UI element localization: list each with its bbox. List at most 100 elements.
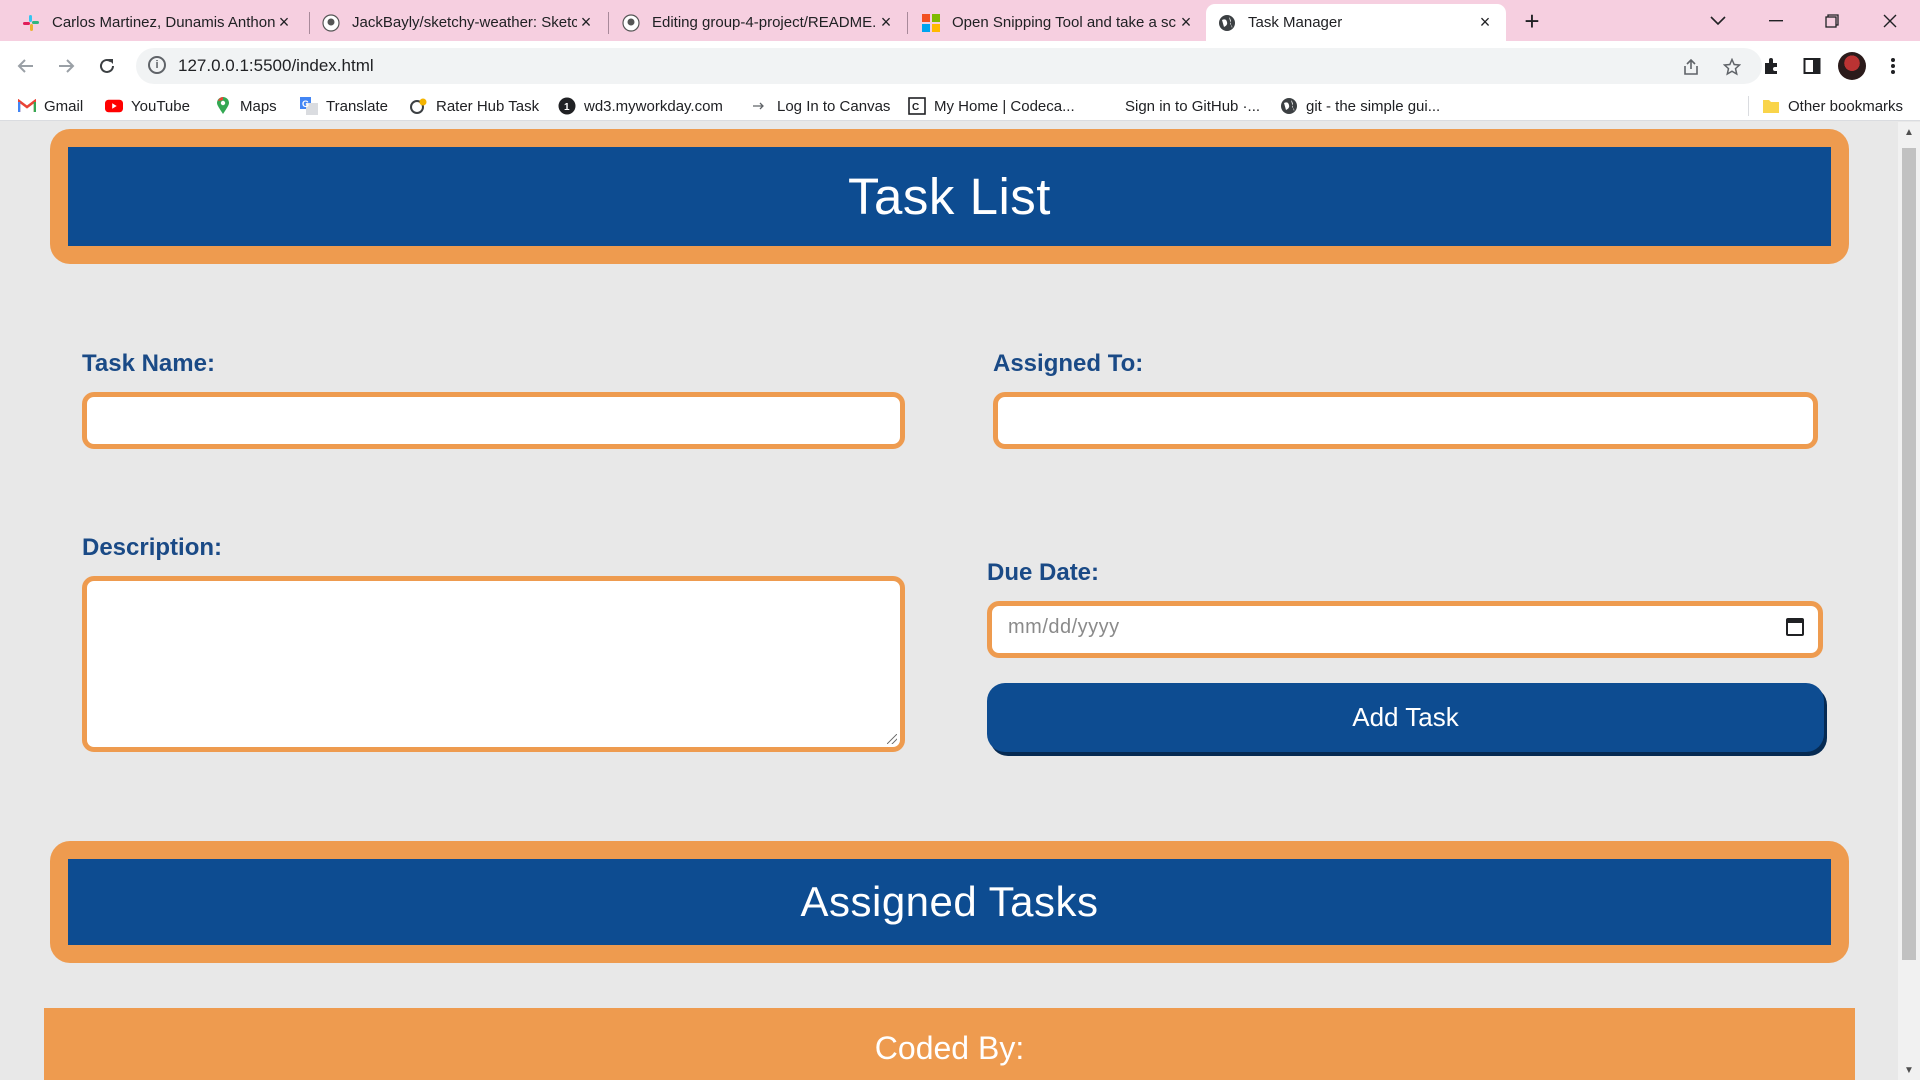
due-date-input[interactable]: mm/dd/yyyy	[987, 601, 1823, 658]
due-date-placeholder: mm/dd/yyyy	[1008, 616, 1120, 638]
bookmark-label: wd3.myworkday.com	[584, 97, 723, 115]
task-name-input[interactable]	[82, 392, 905, 449]
bookmark-youtube[interactable]: YouTube	[105, 95, 190, 117]
github-icon	[322, 13, 340, 32]
page-title: Task List	[68, 147, 1831, 246]
workday-icon: 1	[558, 97, 576, 115]
tab-title: Open Snipping Tool and take a screenshot	[952, 14, 1177, 31]
add-task-button[interactable]: Add Task	[987, 683, 1824, 752]
bookmark-git-guide[interactable]: git - the simple gui...	[1280, 95, 1440, 117]
bookmark-workday[interactable]: 1 wd3.myworkday.com	[558, 95, 723, 117]
share-icon[interactable]	[1680, 56, 1702, 78]
bookmarks-bar: Gmail YouTube Maps G Translate Rater Hub…	[0, 91, 1920, 121]
page-viewport: Task List Task Name: Assigned To: Descri…	[0, 122, 1898, 1080]
assigned-to-input[interactable]	[993, 392, 1818, 449]
close-icon[interactable]: ×	[1476, 12, 1494, 32]
bookmark-label: Maps	[240, 97, 277, 115]
tab-title: Editing group-4-project/README.md	[652, 14, 877, 31]
assigned-to-label: Assigned To:	[993, 350, 1144, 377]
info-icon[interactable]: i	[148, 56, 166, 74]
restore-icon[interactable]	[1804, 0, 1860, 41]
bookmark-label: Translate	[326, 97, 388, 115]
bookmark-maps[interactable]: Maps	[214, 95, 277, 117]
close-icon[interactable]: ×	[577, 12, 595, 32]
bookmark-codecademy[interactable]: C My Home | Codeca...	[908, 95, 1075, 117]
svg-text:1: 1	[564, 102, 570, 113]
bookmark-translate[interactable]: G Translate	[300, 95, 388, 117]
tab-separator	[907, 12, 908, 34]
bookmark-label: Other bookmarks	[1788, 97, 1904, 115]
scroll-thumb[interactable]	[1902, 148, 1916, 960]
tab-snipping-tool[interactable]: Open Snipping Tool and take a screenshot…	[910, 4, 1207, 41]
header-banner: Task List	[50, 129, 1849, 264]
scroll-down-icon[interactable]: ▼	[1898, 1062, 1920, 1078]
bookmark-star-icon[interactable]	[1721, 56, 1743, 78]
scroll-up-icon[interactable]: ▲	[1898, 124, 1920, 140]
github-icon	[622, 13, 640, 32]
bookmark-label: Rater Hub Task	[436, 97, 540, 115]
page-scrollbar[interactable]: ▲ ▼	[1898, 122, 1920, 1080]
bookmark-gmail[interactable]: Gmail	[18, 95, 83, 117]
close-icon[interactable]: ×	[275, 12, 293, 32]
globe-icon	[1218, 14, 1236, 32]
browser-toolbar: i 127.0.0.1:5500/index.html	[0, 41, 1920, 91]
tab-slack[interactable]: Carlos Martinez, Dunamis Anthony ×	[10, 4, 305, 41]
assigned-tasks-title: Assigned Tasks	[68, 859, 1831, 945]
other-bookmarks[interactable]: Other bookmarks	[1762, 95, 1903, 117]
address-bar[interactable]: i 127.0.0.1:5500/index.html	[136, 48, 1762, 84]
minimize-icon[interactable]	[1748, 0, 1804, 41]
footer: Coded By:	[44, 1008, 1855, 1080]
tab-title: JackBayly/sketchy-weather: Sketchy	[352, 14, 577, 31]
back-icon[interactable]	[10, 50, 42, 82]
new-tab-button[interactable]: +	[1518, 6, 1546, 36]
rater-hub-icon	[410, 97, 428, 115]
tab-title: Carlos Martinez, Dunamis Anthony	[52, 14, 275, 31]
youtube-icon	[105, 97, 123, 115]
bookmark-github-signin[interactable]: Sign in to GitHub ·...	[1125, 95, 1260, 117]
folder-icon	[1762, 97, 1780, 115]
microsoft-icon	[922, 13, 940, 32]
bookmark-label: Sign in to GitHub ·...	[1125, 97, 1261, 115]
bookmark-rater-hub[interactable]: Rater Hub Task	[410, 95, 539, 117]
tab-bar: Carlos Martinez, Dunamis Anthony × JackB…	[0, 0, 1920, 41]
maps-pin-icon	[214, 97, 232, 115]
url-text[interactable]: 127.0.0.1:5500/index.html	[178, 56, 374, 76]
arrow-right-icon	[751, 97, 769, 115]
codecademy-icon: C	[908, 97, 926, 115]
kebab-menu-icon[interactable]	[1880, 53, 1906, 79]
footer-text: Coded By:	[874, 1030, 1025, 1066]
side-panel-icon[interactable]	[1799, 53, 1825, 79]
resize-grip-icon[interactable]	[887, 734, 897, 744]
tab-github-readme[interactable]: Editing group-4-project/README.md ×	[610, 4, 907, 41]
bookmark-canvas[interactable]: Log In to Canvas	[751, 95, 890, 117]
bookmark-label: Gmail	[44, 97, 84, 115]
tab-separator	[608, 12, 609, 34]
translate-icon: G	[300, 97, 318, 115]
description-label: Description:	[82, 534, 223, 561]
close-icon[interactable]: ×	[877, 12, 895, 32]
slack-icon	[22, 14, 40, 32]
tab-title: Task Manager	[1248, 14, 1343, 31]
tab-search-icon[interactable]	[1690, 0, 1746, 41]
bookmark-label: My Home | Codeca...	[934, 97, 1075, 115]
close-window-icon[interactable]	[1862, 0, 1918, 41]
bookmark-label: git - the simple gui...	[1306, 97, 1441, 115]
tab-github-sketchy[interactable]: JackBayly/sketchy-weather: Sketchy ×	[310, 4, 607, 41]
reload-icon[interactable]	[91, 50, 123, 82]
bookmarks-divider	[1748, 96, 1749, 116]
assigned-tasks-banner: Assigned Tasks	[50, 841, 1849, 963]
avatar[interactable]	[1838, 52, 1866, 80]
tab-task-manager[interactable]: Task Manager ×	[1206, 4, 1506, 41]
extensions-icon[interactable]	[1759, 53, 1785, 79]
svg-text:G: G	[302, 99, 309, 109]
forward-icon[interactable]	[50, 50, 82, 82]
svg-text:C: C	[912, 102, 919, 113]
task-name-label: Task Name:	[82, 350, 215, 377]
calendar-icon[interactable]	[1786, 618, 1804, 636]
bookmark-label: Log In to Canvas	[777, 97, 891, 115]
due-date-label: Due Date:	[987, 559, 1100, 586]
globe-icon	[1280, 97, 1298, 115]
description-textarea[interactable]	[82, 576, 905, 752]
close-icon[interactable]: ×	[1177, 12, 1195, 32]
gmail-icon	[18, 97, 36, 115]
